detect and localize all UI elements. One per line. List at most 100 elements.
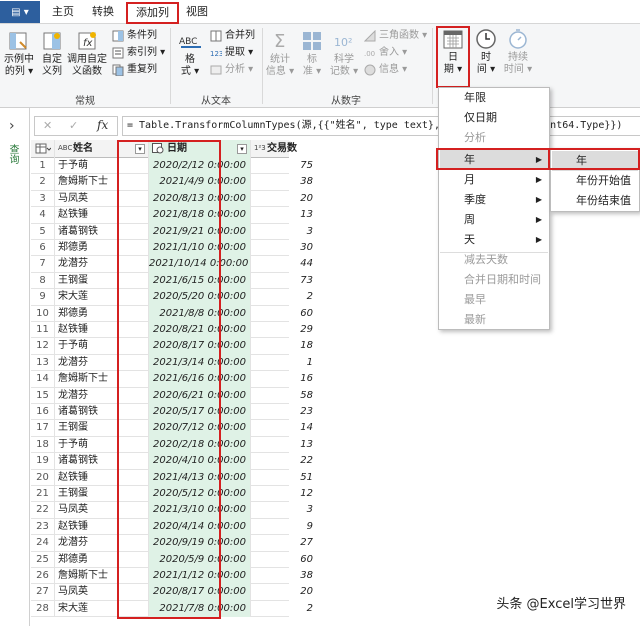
cell-count[interactable]: 73 bbox=[251, 273, 317, 289]
menu-item-age[interactable]: 年限 bbox=[440, 88, 548, 108]
row-index[interactable]: 3 bbox=[31, 190, 55, 208]
cell-count[interactable]: 9 bbox=[251, 519, 317, 535]
row-index[interactable]: 26 bbox=[31, 568, 55, 585]
expand-queries-chevron-icon[interactable]: › bbox=[9, 118, 15, 134]
cell-count[interactable]: 2 bbox=[251, 289, 317, 305]
cell-count[interactable]: 3 bbox=[251, 502, 317, 518]
submenu-item-end-of-year[interactable]: 年份结束值 bbox=[552, 191, 638, 211]
cell-count[interactable]: 44 bbox=[251, 256, 317, 272]
cell-count[interactable]: 29 bbox=[251, 322, 317, 338]
tab-home[interactable]: 主页 bbox=[44, 3, 82, 23]
menu-item-quarter[interactable]: 季度 ▶ bbox=[440, 190, 548, 210]
statistics-button[interactable]: Σ 统计 信息 ▾ bbox=[264, 30, 296, 78]
conditional-column-button[interactable]: 条件列 bbox=[112, 28, 157, 44]
row-index[interactable]: 19 bbox=[31, 453, 55, 470]
row-index[interactable]: 8 bbox=[31, 272, 55, 290]
cell-count[interactable]: 1 bbox=[251, 355, 317, 371]
invoke-custom-function-button[interactable]: fx 调用自定 义函数 bbox=[67, 30, 107, 78]
row-index[interactable]: 23 bbox=[31, 518, 55, 536]
formula-input[interactable]: = Table.TransformColumnTypes(源,{{"姓名", t… bbox=[122, 116, 640, 136]
row-index[interactable]: 10 bbox=[31, 305, 55, 322]
cell-count[interactable]: 13 bbox=[251, 437, 317, 453]
menu-item-month[interactable]: 月 ▶ bbox=[440, 170, 548, 190]
cell-count[interactable]: 3 bbox=[251, 224, 317, 240]
file-menu-button[interactable]: ▤ ▾ bbox=[0, 1, 40, 23]
cell-count[interactable]: 20 bbox=[251, 584, 317, 600]
menu-item-day[interactable]: 天 ▶ bbox=[440, 230, 548, 250]
fx-icon[interactable]: fx bbox=[97, 118, 108, 132]
row-index[interactable]: 28 bbox=[31, 600, 55, 618]
row-index[interactable]: 15 bbox=[31, 387, 55, 404]
tab-view[interactable]: 视图 bbox=[178, 3, 216, 23]
cell-count[interactable]: 2 bbox=[251, 601, 317, 617]
cell-count[interactable]: 16 bbox=[251, 371, 317, 387]
cell-count[interactable]: 75 bbox=[251, 158, 317, 174]
custom-column-button[interactable]: 自定 义列 bbox=[38, 30, 66, 78]
row-index[interactable]: 22 bbox=[31, 502, 55, 519]
rounding-button[interactable]: .00 舍入 ▾ bbox=[364, 45, 407, 61]
column-from-examples-button[interactable]: 示例中 的列 ▾ bbox=[2, 30, 36, 78]
row-index[interactable]: 4 bbox=[31, 207, 55, 224]
row-index[interactable]: 1 bbox=[31, 158, 55, 175]
cell-count[interactable]: 13 bbox=[251, 207, 317, 223]
cell-count[interactable]: 38 bbox=[251, 174, 317, 190]
extract-button[interactable]: 123 提取 ▾ bbox=[210, 45, 253, 61]
row-index[interactable]: 21 bbox=[31, 486, 55, 503]
cell-count[interactable]: 60 bbox=[251, 552, 317, 568]
menu-item-latest[interactable]: 最新 bbox=[440, 310, 548, 330]
menu-item-subtract-days[interactable]: 减去天数 bbox=[440, 250, 548, 270]
queries-pane-label[interactable]: 查询 bbox=[7, 144, 20, 164]
row-index[interactable]: 16 bbox=[31, 404, 55, 421]
information-button[interactable]: 信息 ▾ bbox=[364, 62, 407, 78]
filter-dropdown-icon[interactable]: ▾ bbox=[237, 144, 247, 154]
cell-count[interactable]: 22 bbox=[251, 453, 317, 469]
time-button[interactable]: 时 间 ▾ bbox=[472, 28, 500, 76]
cell-count[interactable]: 12 bbox=[251, 486, 317, 502]
menu-item-parse[interactable]: 分析 bbox=[440, 128, 548, 148]
row-index[interactable]: 25 bbox=[31, 551, 55, 568]
cell-count[interactable]: 18 bbox=[251, 338, 317, 354]
format-button[interactable]: ABC 格 式 ▾ bbox=[174, 30, 206, 78]
row-index[interactable]: 27 bbox=[31, 584, 55, 601]
menu-item-combine-date-time[interactable]: 合并日期和时间 bbox=[440, 270, 548, 290]
cell-count[interactable]: 27 bbox=[251, 535, 317, 551]
row-index[interactable]: 14 bbox=[31, 371, 55, 388]
cell-count[interactable]: 14 bbox=[251, 420, 317, 436]
integer-type-icon[interactable]: 1²3 bbox=[254, 143, 266, 154]
confirm-icon[interactable]: ✓ bbox=[69, 119, 78, 132]
row-index[interactable]: 6 bbox=[31, 240, 55, 257]
row-index[interactable]: 5 bbox=[31, 223, 55, 240]
cell-count[interactable]: 38 bbox=[251, 568, 317, 584]
scientific-button[interactable]: 10² 科学 记数 ▾ bbox=[328, 30, 360, 78]
cell-count[interactable]: 20 bbox=[251, 191, 317, 207]
trigonometry-button[interactable]: 三角函数 ▾ bbox=[363, 28, 427, 44]
parse-button[interactable]: 分析 ▾ bbox=[210, 62, 253, 78]
row-index[interactable]: 12 bbox=[31, 338, 55, 355]
tab-transform[interactable]: 转换 bbox=[84, 3, 122, 23]
row-index[interactable]: 13 bbox=[31, 354, 55, 372]
row-index[interactable]: 17 bbox=[31, 420, 55, 437]
merge-columns-button[interactable]: 合并列 bbox=[210, 28, 255, 44]
row-index[interactable]: 11 bbox=[31, 322, 55, 339]
index-column-button[interactable]: 索引列 ▾ bbox=[112, 45, 165, 61]
standard-button[interactable]: 标 准 ▾ bbox=[298, 30, 326, 78]
text-type-icon[interactable]: ABC bbox=[58, 143, 72, 154]
column-header-count[interactable]: 1²3 交易数 bbox=[251, 140, 317, 158]
duplicate-column-button[interactable]: 重复列 bbox=[112, 62, 157, 78]
menu-item-date-only[interactable]: 仅日期 bbox=[440, 108, 548, 128]
row-index[interactable]: 18 bbox=[31, 436, 55, 454]
menu-item-week[interactable]: 周 ▶ bbox=[440, 210, 548, 230]
row-index[interactable]: 9 bbox=[31, 289, 55, 306]
menu-item-earliest[interactable]: 最早 bbox=[440, 290, 548, 310]
cell-count[interactable]: 23 bbox=[251, 404, 317, 420]
row-index[interactable]: 20 bbox=[31, 469, 55, 486]
cell-count[interactable]: 58 bbox=[251, 388, 317, 404]
table-corner-button[interactable] bbox=[31, 140, 55, 158]
submenu-item-start-of-year[interactable]: 年份开始值 bbox=[552, 171, 638, 191]
cell-count[interactable]: 60 bbox=[251, 306, 317, 322]
row-index[interactable]: 2 bbox=[31, 174, 55, 191]
duration-button[interactable]: 持续 时间 ▾ bbox=[502, 28, 534, 76]
tab-add-column[interactable]: 添加列 bbox=[126, 2, 179, 24]
row-index[interactable]: 7 bbox=[31, 256, 55, 273]
cancel-icon[interactable]: ✕ bbox=[43, 119, 52, 132]
